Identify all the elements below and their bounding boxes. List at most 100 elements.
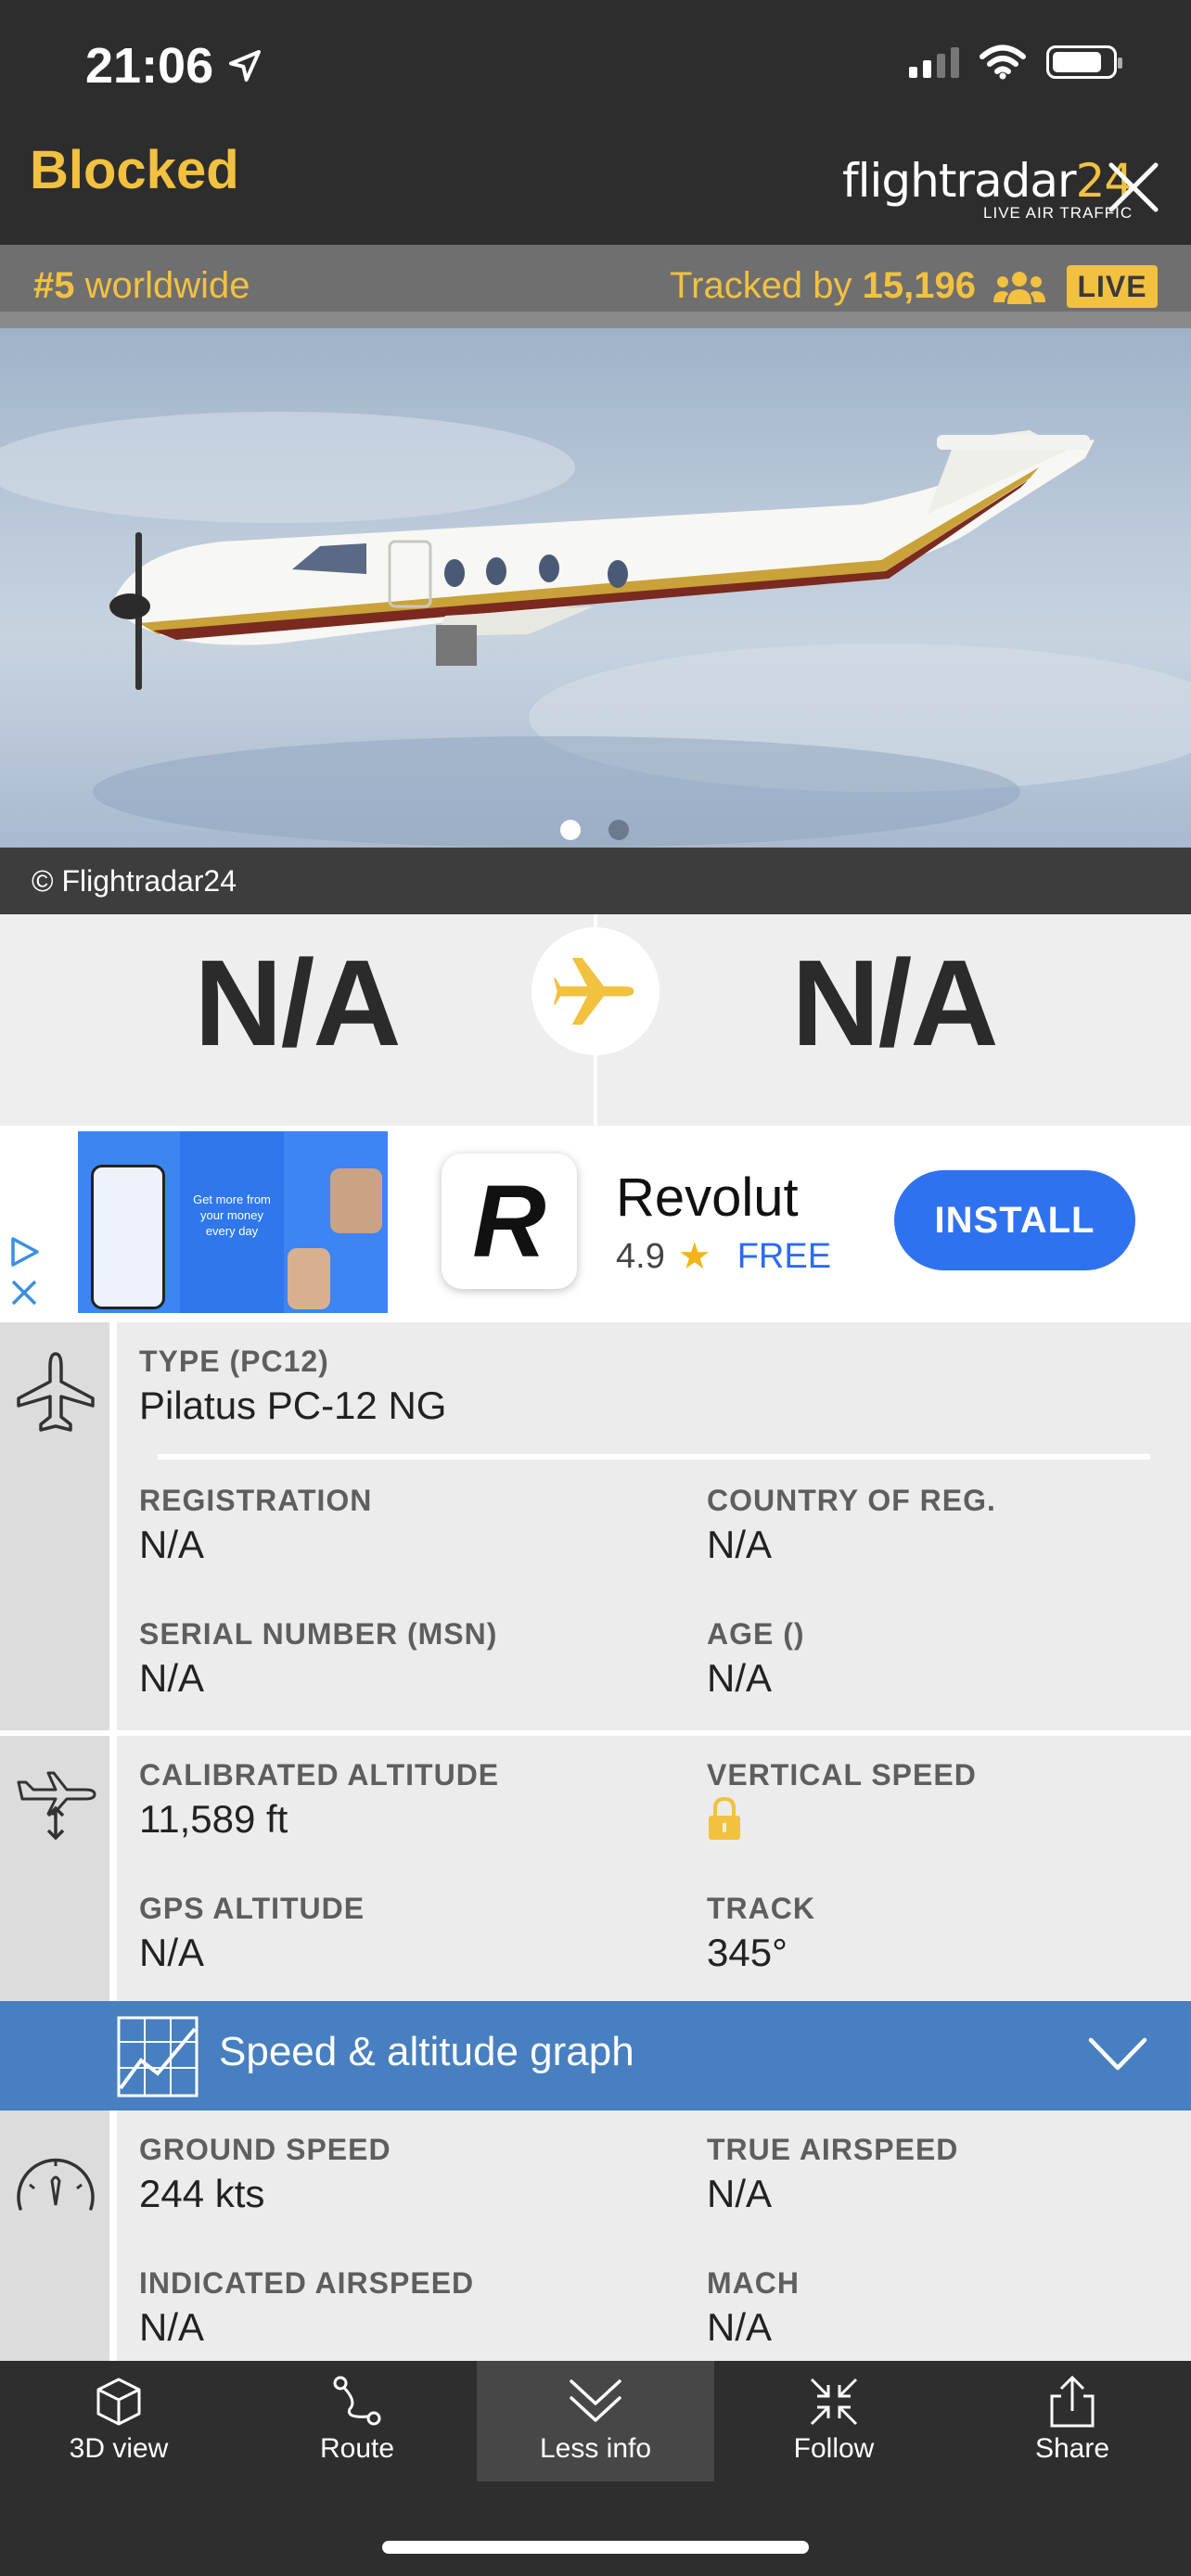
ad-rating-value: 4.9 [616, 1236, 665, 1276]
type-divider [158, 1454, 1150, 1460]
toolbar-label: Share [1034, 2433, 1110, 2464]
toolbar-label: Follow [793, 2433, 875, 2464]
ad-banner[interactable]: Get more from your money every day R Rev… [0, 1126, 1191, 1322]
origin-airport[interactable]: N/A [0, 933, 594, 1073]
rank-label: worldwide [74, 265, 250, 306]
gps-altitude-value: N/A [139, 1931, 205, 1974]
ad-screenshot-text: Get more from your money every day [193, 1192, 271, 1238]
toolbar-label: Route [319, 2433, 395, 2464]
speedometer-icon [17, 2158, 95, 2211]
true-airspeed-label: TRUE AIRSPEED [707, 2133, 959, 2166]
photo-pager[interactable] [560, 820, 629, 840]
worldwide-rank: #5 worldwide [33, 265, 250, 307]
install-button[interactable]: INSTALL [894, 1170, 1135, 1270]
tracked-label: Tracked by [670, 265, 863, 306]
ad-screenshot-3 [284, 1131, 388, 1313]
tracked-count: 15,196 [862, 265, 976, 306]
status-bar: 21:06 [0, 0, 1191, 130]
flightradar24-logo: flightradar24 LIVE AIR TRAFFIC [842, 154, 1133, 223]
revolut-app-icon[interactable]: R [442, 1154, 577, 1289]
rank-number: #5 [33, 265, 75, 306]
toolbar-3d-view[interactable]: 3D view [0, 2361, 237, 2481]
toolbar-share[interactable]: Share [954, 2361, 1191, 2481]
type-label: TYPE (PC12) [139, 1345, 329, 1378]
track-label: TRACK [707, 1892, 815, 1925]
serial-value: N/A [139, 1656, 205, 1700]
ground-speed-label: GROUND SPEED [139, 2133, 391, 2166]
altitude-icon-column [0, 1736, 109, 2001]
altitude-icon [17, 1771, 96, 1840]
photo-top-strip [0, 312, 1191, 328]
aircraft-illustration [0, 412, 1191, 848]
wifi-icon [980, 45, 1026, 80]
age-label: AGE () [707, 1617, 805, 1651]
star-icon: ★ [677, 1236, 711, 1277]
live-badge: LIVE [1067, 265, 1158, 308]
ad-price: FREE [736, 1236, 832, 1276]
speed-section: GROUND SPEED 244 kts TRUE AIRSPEED N/A I… [0, 2111, 1191, 2361]
airplane-outline-icon [17, 1352, 95, 1432]
indicated-airspeed-value: N/A [139, 2305, 205, 2349]
age-value: N/A [707, 1656, 773, 1700]
route-icon [333, 2376, 381, 2426]
pager-dot[interactable] [608, 820, 629, 840]
serial-label: SERIAL NUMBER (MSN) [139, 1617, 498, 1651]
chevron-down-icon[interactable] [1087, 2033, 1148, 2075]
status-time: 21:06 [85, 37, 263, 95]
toolbar-less-info[interactable]: Less info [477, 2361, 714, 2481]
toolbar-label: 3D view [69, 2433, 169, 2464]
calibrated-altitude-label: CALIBRATED ALTITUDE [139, 1758, 500, 1792]
location-arrow-icon [229, 50, 262, 82]
speed-altitude-graph-toggle[interactable]: Speed & altitude graph [0, 2001, 1191, 2111]
graph-title: Speed & altitude graph [219, 2029, 634, 2074]
section-divider [109, 1322, 117, 1730]
mach-value: N/A [707, 2305, 773, 2349]
close-icon[interactable] [1104, 158, 1163, 217]
ad-choices-icon[interactable] [7, 1235, 41, 1309]
clock-text: 21:06 [85, 38, 214, 94]
true-airspeed-value: N/A [707, 2172, 773, 2215]
cellular-signal-icon [909, 46, 959, 78]
aircraft-section: TYPE (PC12) Pilatus PC-12 NG REGISTRATIO… [0, 1322, 1191, 1730]
aircraft-icon-column [0, 1322, 109, 1730]
toolbar-route[interactable]: Route [238, 2361, 476, 2481]
status-icons [909, 45, 1122, 80]
ad-rating: 4.9 ★ FREE [616, 1235, 831, 1278]
speed-icon-column [0, 2111, 109, 2361]
registration-label: REGISTRATION [139, 1484, 373, 1517]
people-icon [993, 272, 1045, 304]
chevron-down-icon [570, 2379, 621, 2422]
graph-icon [117, 2016, 198, 2098]
lock-icon[interactable] [707, 1795, 742, 1842]
calibrated-altitude-value: 11,589 ft [139, 1797, 288, 1841]
share-icon [1050, 2375, 1095, 2428]
country-value: N/A [707, 1523, 773, 1566]
section-divider [109, 1736, 117, 2001]
track-value: 345° [707, 1931, 788, 1974]
aircraft-photo[interactable] [0, 328, 1191, 848]
ad-app-name: Revolut [616, 1167, 799, 1228]
mach-label: MACH [707, 2266, 800, 2300]
indicated-airspeed-label: INDICATED AIRSPEED [139, 2266, 475, 2300]
destination-airport[interactable]: N/A [597, 933, 1191, 1073]
gps-altitude-label: GPS ALTITUDE [139, 1892, 365, 1925]
ad-screenshot-1 [78, 1131, 180, 1313]
photo-credit-bar: © Flightradar24 [0, 848, 1191, 914]
ground-speed-value: 244 kts [139, 2172, 265, 2215]
follow-icon [810, 2378, 858, 2426]
ad-screenshots[interactable]: Get more from your money every day [78, 1131, 388, 1313]
home-indicator[interactable] [382, 2541, 809, 2554]
airplane-icon [554, 958, 634, 1025]
toolbar-label: Less info [539, 2433, 652, 2464]
section-divider [109, 2111, 117, 2361]
registration-value: N/A [139, 1523, 205, 1566]
type-value: Pilatus PC-12 NG [139, 1384, 447, 1427]
route-plane-badge [531, 927, 660, 1055]
vertical-speed-label: VERTICAL SPEED [707, 1758, 977, 1792]
pager-dot-active[interactable] [560, 820, 581, 840]
logo-text: flightradar [842, 154, 1077, 208]
flight-callsign-title: Blocked [30, 140, 239, 200]
header: Blocked flightradar24 LIVE AIR TRAFFIC [0, 130, 1191, 245]
photo-credit: © Flightradar24 [32, 864, 237, 898]
toolbar-follow[interactable]: Follow [715, 2361, 953, 2481]
